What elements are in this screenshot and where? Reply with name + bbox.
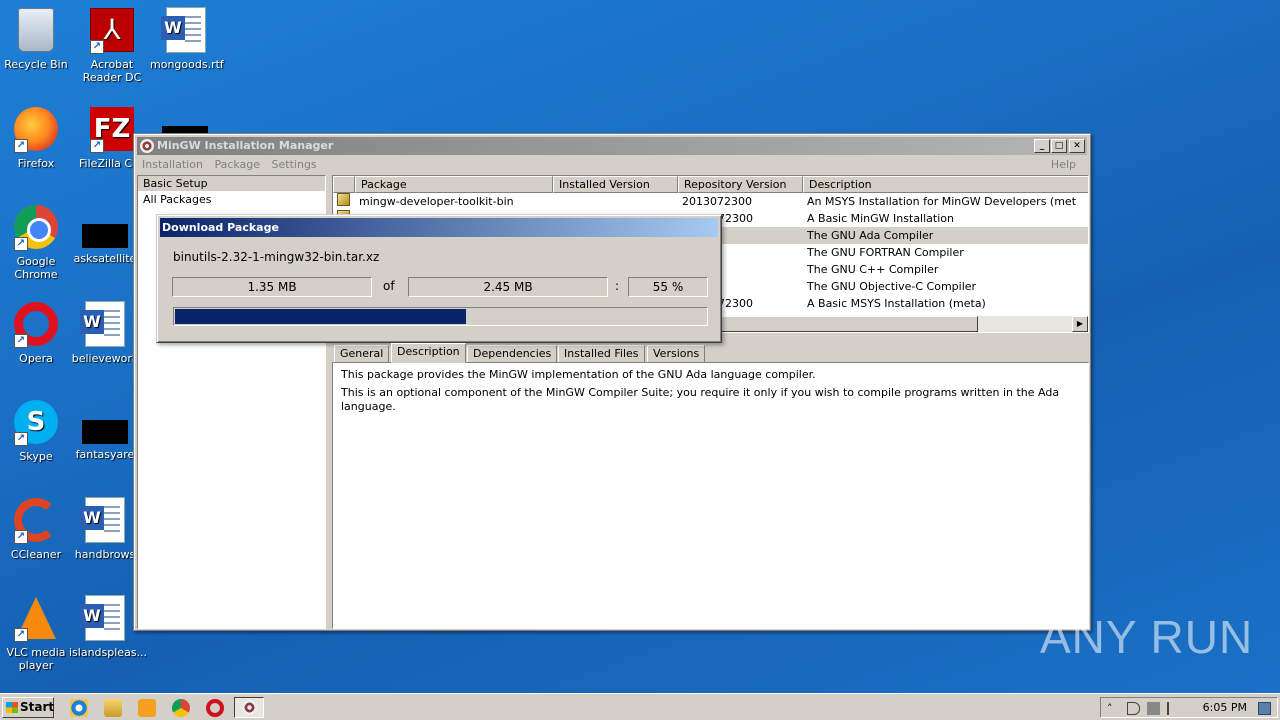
minimize-button[interactable]: _ <box>1034 139 1050 153</box>
description-text: This package provides the MinGW implemen… <box>341 368 816 381</box>
tray-expand-icon[interactable]: ˄ <box>1107 702 1120 715</box>
desktop-icon-vlc[interactable]: ↗ VLC media player <box>0 594 72 672</box>
word-document-icon: W <box>80 595 125 641</box>
black-file-icon <box>82 420 128 444</box>
volume-icon[interactable] <box>1127 702 1140 715</box>
package-list-header: Package Installed Version Repository Ver… <box>333 176 1088 193</box>
word-document-icon: W <box>80 497 125 543</box>
taskbar: Start ˄ 6:05 PM <box>0 693 1280 720</box>
shortcut-arrow-icon: ↗ <box>14 432 28 446</box>
category-all-packages[interactable]: All Packages <box>138 192 325 208</box>
ie-icon[interactable] <box>70 699 88 717</box>
recycle-bin-icon <box>18 8 54 52</box>
mingw-icon <box>242 700 257 715</box>
chrome-icon[interactable] <box>172 699 190 717</box>
shortcut-arrow-icon: ↗ <box>90 139 104 153</box>
desktop-icon-asksatellite[interactable]: asksatellite <box>69 224 141 265</box>
download-progress-bar <box>173 307 708 326</box>
downloaded-size: 1.35 MB <box>172 277 372 297</box>
menu-settings[interactable]: Settings <box>272 158 317 171</box>
word-document-icon: W <box>80 301 125 347</box>
action-center-flag-icon[interactable] <box>1167 702 1180 715</box>
scroll-right-arrow-icon[interactable]: ▶ <box>1072 316 1088 332</box>
word-document-icon: W <box>161 7 206 53</box>
show-desktop-icon[interactable] <box>1258 702 1271 715</box>
system-tray: ˄ 6:05 PM <box>1100 697 1278 718</box>
window-titlebar[interactable]: MinGW Installation Manager _ □ ✕ <box>137 137 1087 155</box>
menubar: Installation Package Settings Help <box>137 156 1087 174</box>
tab-general[interactable]: General <box>334 345 390 363</box>
tab-description[interactable]: Description <box>391 343 466 363</box>
clock[interactable]: 6:05 PM <box>1203 701 1247 714</box>
opera-icon[interactable] <box>206 699 224 717</box>
menu-package[interactable]: Package <box>214 158 260 171</box>
close-button[interactable]: ✕ <box>1069 139 1085 153</box>
desktop-icon-islandspleas[interactable]: W islandspleas... <box>69 594 147 659</box>
mingw-app-icon <box>140 139 154 153</box>
maximize-button[interactable]: □ <box>1051 139 1067 153</box>
description-panel: This package provides the MinGW implemen… <box>332 362 1089 629</box>
windows-logo-icon <box>6 702 18 713</box>
description-text: This is an optional component of the Min… <box>341 386 1060 413</box>
desktop-icon-chrome[interactable]: ↗ Google Chrome <box>0 203 72 281</box>
package-status-icon[interactable] <box>337 193 350 206</box>
explorer-icon[interactable] <box>104 699 122 717</box>
black-file-icon <box>82 224 128 248</box>
percent-label: 55 % <box>628 277 708 297</box>
desktop-icon-recycle-bin[interactable]: Recycle Bin <box>0 6 72 71</box>
mingw-installation-manager-window: MinGW Installation Manager _ □ ✕ Install… <box>133 133 1091 631</box>
shortcut-arrow-icon: ↗ <box>14 530 28 544</box>
column-header-status[interactable] <box>333 176 355 193</box>
tab-dependencies[interactable]: Dependencies <box>467 345 558 363</box>
start-button[interactable]: Start <box>2 697 54 718</box>
window-title: MinGW Installation Manager <box>157 139 334 152</box>
menu-installation[interactable]: Installation <box>142 158 203 171</box>
desktop-icon-fantasyare[interactable]: fantasyare <box>69 420 141 461</box>
shortcut-arrow-icon: ↗ <box>14 237 28 251</box>
column-header-repository-version[interactable]: Repository Version <box>678 176 803 193</box>
desktop-icon-believework[interactable]: W believework <box>69 300 141 365</box>
progress-fill <box>175 309 467 324</box>
media-player-icon[interactable] <box>138 699 156 717</box>
taskbar-mingw-app[interactable] <box>234 697 264 718</box>
shortcut-arrow-icon: ↗ <box>90 40 104 54</box>
column-header-package[interactable]: Package <box>355 176 553 193</box>
desktop-icon-opera[interactable]: ↗ Opera <box>0 300 72 365</box>
desktop-icon-firefox[interactable]: ↗ Firefox <box>0 105 72 170</box>
of-label: of <box>383 279 395 293</box>
desktop-icon-handbrows[interactable]: W handbrows <box>69 496 141 561</box>
desktop-icon-acrobat[interactable]: ⅄ ↗ Acrobat Reader DC <box>76 6 148 84</box>
colon-separator: : <box>615 279 620 293</box>
download-filename: binutils-2.32-1-mingw32-bin.tar.xz <box>173 250 380 264</box>
shortcut-arrow-icon: ↗ <box>14 628 28 642</box>
tab-versions[interactable]: Versions <box>647 345 706 363</box>
scrollbar-thumb[interactable] <box>718 316 978 332</box>
tab-installed-files[interactable]: Installed Files <box>558 345 645 363</box>
anyrun-watermark: ANY RUN <box>1040 611 1254 663</box>
network-icon[interactable] <box>1147 702 1160 715</box>
table-row[interactable]: mingw-developer-toolkit-bin 2013072300 A… <box>333 193 1088 210</box>
detail-tabs: General Description Dependencies Install… <box>332 343 1089 363</box>
menu-help[interactable]: Help <box>1051 156 1076 174</box>
desktop-icon-ccleaner[interactable]: ↗ CCleaner <box>0 496 72 561</box>
shortcut-arrow-icon: ↗ <box>14 139 28 153</box>
total-size: 2.45 MB <box>408 277 608 297</box>
download-package-dialog: Download Package binutils-2.32-1-mingw32… <box>156 214 722 343</box>
desktop-icon-mongoods[interactable]: W mongoods.rtf <box>150 6 224 71</box>
column-header-description[interactable]: Description <box>803 176 1088 193</box>
shortcut-arrow-icon: ↗ <box>14 334 28 348</box>
desktop-icon-skype[interactable]: S ↗ Skype <box>0 398 72 463</box>
column-header-installed-version[interactable]: Installed Version <box>553 176 678 193</box>
category-basic-setup[interactable]: Basic Setup <box>138 176 325 192</box>
dialog-title[interactable]: Download Package <box>160 218 718 237</box>
